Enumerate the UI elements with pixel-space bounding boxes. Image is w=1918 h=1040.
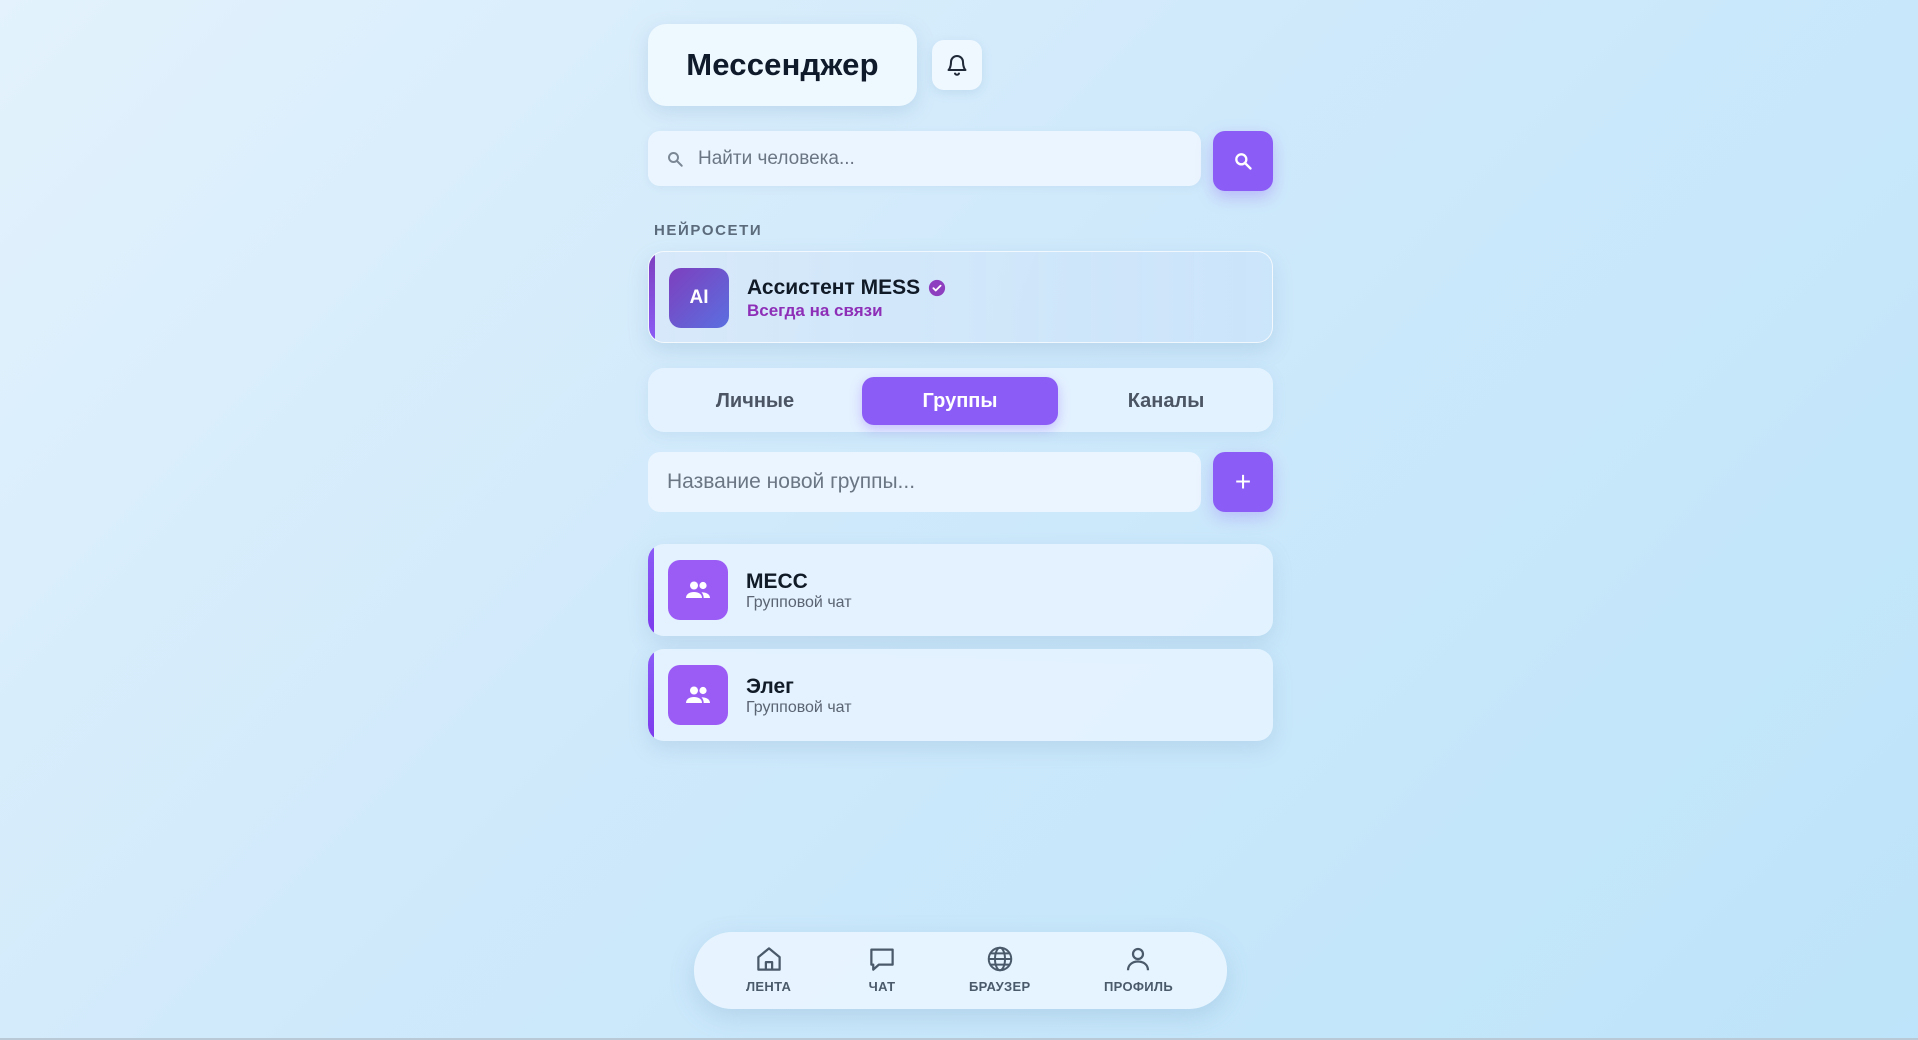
nav-item-chat[interactable]: ЧАТ xyxy=(867,944,897,994)
user-icon xyxy=(1127,947,1150,971)
group-users-icon xyxy=(686,581,710,598)
search-icon xyxy=(668,151,683,167)
group-item[interactable]: MECC Групповой чат xyxy=(648,544,1273,636)
group-subtitle: Групповой чат xyxy=(746,594,852,611)
nav-label: ПРОФИЛЬ xyxy=(1104,979,1173,994)
new-group-row: + xyxy=(648,452,1273,512)
search-row xyxy=(648,131,1273,191)
nav-item-feed[interactable]: ЛЕНТА xyxy=(746,944,791,994)
nav-label: БРАУЗЕР xyxy=(969,979,1031,994)
ai-name-row: Ассистент MESS xyxy=(747,276,946,300)
tab-groups[interactable]: Группы xyxy=(862,377,1058,425)
add-group-button[interactable]: + xyxy=(1213,452,1273,512)
group-avatar xyxy=(668,665,728,725)
group-subtitle: Групповой чат xyxy=(746,699,852,716)
group-name: MECC xyxy=(746,570,808,593)
ai-status: Всегда на связи xyxy=(747,301,883,320)
nav-label: ЛЕНТА xyxy=(746,979,792,994)
page-title: Мессенджер xyxy=(648,24,917,106)
new-group-input[interactable] xyxy=(667,470,1187,494)
nav-label: ЧАТ xyxy=(868,979,896,994)
notifications-button[interactable] xyxy=(932,40,982,90)
home-icon xyxy=(756,947,781,971)
search-icon xyxy=(1235,153,1252,170)
header: Мессенджер xyxy=(648,24,982,106)
new-group-field[interactable] xyxy=(648,452,1201,512)
verified-check-icon xyxy=(929,279,946,297)
section-label-ai: НЕЙРОСЕТИ xyxy=(654,222,763,239)
group-item[interactable]: Элег Групповой чат xyxy=(648,649,1273,741)
chat-icon xyxy=(870,948,894,971)
group-name: Элег xyxy=(746,675,794,698)
tab-personal[interactable]: Личные xyxy=(657,377,853,425)
search-input[interactable] xyxy=(698,147,1178,170)
ai-avatar: AI xyxy=(669,268,729,328)
search-button[interactable] xyxy=(1213,131,1273,191)
ai-name: Ассистент MESS xyxy=(747,276,921,299)
group-avatar xyxy=(668,560,728,620)
ai-assistant-card[interactable]: AI Ассистент MESS Всегда на связи xyxy=(648,251,1273,343)
tabs: Личные Группы Каналы xyxy=(648,368,1273,432)
nav-item-profile[interactable]: ПРОФИЛЬ xyxy=(1104,944,1173,994)
nav-item-browser[interactable]: БРАУЗЕР xyxy=(969,944,1030,994)
bottom-nav: ЛЕНТА ЧАТ БРАУЗЕР ПРОФИЛЬ xyxy=(694,932,1227,1009)
bell-icon xyxy=(947,55,967,76)
tab-channels[interactable]: Каналы xyxy=(1068,377,1264,425)
search-field[interactable] xyxy=(648,131,1201,186)
group-users-icon xyxy=(686,686,710,703)
globe-icon xyxy=(987,946,1012,972)
